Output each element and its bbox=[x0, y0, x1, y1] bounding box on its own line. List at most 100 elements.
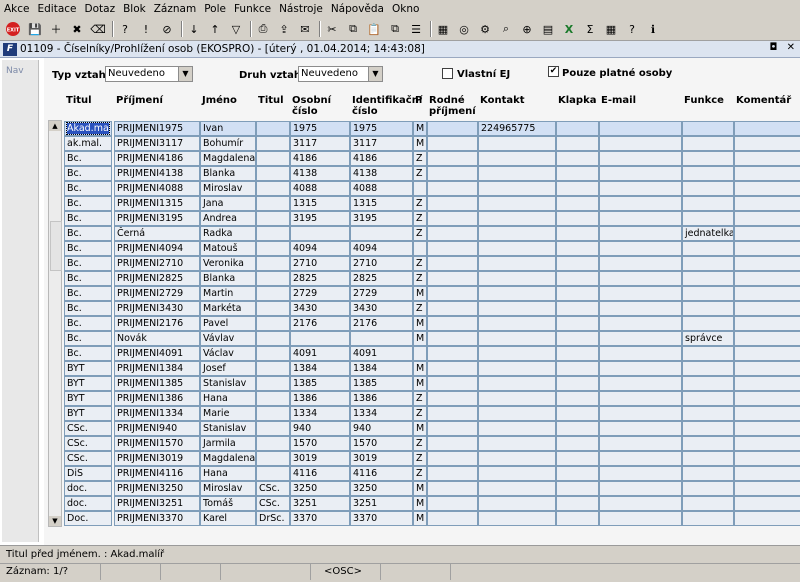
table-cell[interactable] bbox=[599, 331, 682, 346]
table-cell[interactable] bbox=[290, 331, 350, 346]
table-cell[interactable]: PRIJMENI4138 bbox=[114, 166, 200, 181]
table-cell[interactable]: jednatelka bbox=[682, 226, 734, 241]
table-cell[interactable] bbox=[427, 406, 478, 421]
table-cell[interactable] bbox=[599, 436, 682, 451]
table-cell[interactable]: 4088 bbox=[290, 181, 350, 196]
table-cell[interactable]: DrSc. bbox=[256, 511, 290, 526]
table-cell[interactable] bbox=[478, 256, 556, 271]
table-cell[interactable] bbox=[256, 436, 290, 451]
table-cell[interactable] bbox=[599, 451, 682, 466]
table-cell[interactable] bbox=[599, 376, 682, 391]
table-cell[interactable] bbox=[599, 166, 682, 181]
table-cell[interactable] bbox=[290, 226, 350, 241]
table-cell[interactable]: Blanka bbox=[200, 166, 256, 181]
table-cell[interactable] bbox=[427, 136, 478, 151]
table-cell[interactable] bbox=[682, 361, 734, 376]
vlastni-ej-checkbox[interactable] bbox=[442, 68, 453, 79]
table-cell[interactable]: PRIJMENI3019 bbox=[114, 451, 200, 466]
table-cell[interactable]: Z bbox=[413, 436, 427, 451]
table-cell[interactable] bbox=[427, 391, 478, 406]
table-cell[interactable] bbox=[556, 301, 599, 316]
nav-label[interactable]: Nav bbox=[2, 60, 38, 76]
table-cell[interactable] bbox=[599, 346, 682, 361]
table-cell[interactable]: 1384 bbox=[350, 361, 413, 376]
table-cell[interactable]: 3370 bbox=[350, 511, 413, 526]
table-cell[interactable] bbox=[599, 391, 682, 406]
table-cell[interactable]: M bbox=[413, 331, 427, 346]
exit-icon[interactable]: EXIT bbox=[4, 20, 22, 38]
table-cell[interactable] bbox=[427, 301, 478, 316]
table-cell[interactable]: Jana bbox=[200, 196, 256, 211]
table-cell[interactable]: Z bbox=[413, 226, 427, 241]
table-cell[interactable] bbox=[734, 301, 800, 316]
table-cell[interactable]: 940 bbox=[290, 421, 350, 436]
table-cell[interactable] bbox=[478, 346, 556, 361]
table-cell[interactable] bbox=[734, 241, 800, 256]
table-cell[interactable]: PRIJMENI2825 bbox=[114, 271, 200, 286]
table-cell[interactable] bbox=[478, 136, 556, 151]
table-cell[interactable]: Bc. bbox=[64, 226, 112, 241]
table-cell[interactable] bbox=[556, 331, 599, 346]
table-cell[interactable] bbox=[599, 151, 682, 166]
table-cell[interactable] bbox=[256, 241, 290, 256]
table-cell[interactable]: Z bbox=[413, 151, 427, 166]
scroll-thumb[interactable] bbox=[50, 221, 62, 271]
typ-vztahu-select[interactable]: Neuvedeno ▼ bbox=[105, 66, 193, 82]
new-record-icon[interactable]: ＋ bbox=[47, 20, 65, 38]
table-cell[interactable]: PRIJMENI3195 bbox=[114, 211, 200, 226]
info-icon[interactable]: ℹ bbox=[644, 20, 662, 38]
table-cell[interactable]: 4088 bbox=[350, 181, 413, 196]
table-cell[interactable] bbox=[478, 496, 556, 511]
menu-item-1[interactable]: Editace bbox=[34, 0, 81, 18]
table-cell[interactable]: doc. bbox=[64, 496, 112, 511]
table-cell[interactable]: Martin bbox=[200, 286, 256, 301]
table-cell[interactable]: Novák bbox=[114, 331, 200, 346]
table-cell[interactable]: M bbox=[413, 121, 427, 136]
sort-desc-icon[interactable]: ↑ bbox=[206, 20, 224, 38]
close-icon[interactable]: ✕ bbox=[787, 42, 798, 53]
table-cell[interactable]: PRIJMENI4186 bbox=[114, 151, 200, 166]
table-cell[interactable] bbox=[682, 466, 734, 481]
table-cell[interactable] bbox=[556, 256, 599, 271]
table-cell[interactable]: Tomáš bbox=[200, 496, 256, 511]
table-cell[interactable] bbox=[599, 481, 682, 496]
table-cell[interactable] bbox=[682, 211, 734, 226]
table-cell[interactable]: 1385 bbox=[290, 376, 350, 391]
table-cell[interactable]: Markéta bbox=[200, 301, 256, 316]
table-cell[interactable]: PRIJMENI2176 bbox=[114, 316, 200, 331]
table-cell[interactable] bbox=[682, 436, 734, 451]
table-cell[interactable]: 2825 bbox=[350, 271, 413, 286]
table-cell[interactable] bbox=[256, 391, 290, 406]
table-cell[interactable] bbox=[256, 316, 290, 331]
table-cell[interactable] bbox=[478, 391, 556, 406]
table-cell[interactable] bbox=[427, 166, 478, 181]
table-cell[interactable]: 224965775 bbox=[478, 121, 556, 136]
table-cell[interactable] bbox=[256, 421, 290, 436]
menu-item-4[interactable]: Záznam bbox=[150, 0, 200, 18]
table-cell[interactable]: Z bbox=[413, 451, 427, 466]
table-cell[interactable] bbox=[427, 466, 478, 481]
table-cell[interactable] bbox=[734, 346, 800, 361]
table-cell[interactable]: 4116 bbox=[350, 466, 413, 481]
table-cell[interactable] bbox=[599, 496, 682, 511]
table-cell[interactable] bbox=[599, 241, 682, 256]
zoom-icon[interactable]: ⊕ bbox=[518, 20, 536, 38]
table-cell[interactable]: Bc. bbox=[64, 256, 112, 271]
table-cell[interactable]: 4116 bbox=[290, 466, 350, 481]
table-cell[interactable]: 1315 bbox=[290, 196, 350, 211]
table-cell[interactable]: 3250 bbox=[290, 481, 350, 496]
table-cell[interactable]: Andrea bbox=[200, 211, 256, 226]
table-cell[interactable] bbox=[556, 136, 599, 151]
table-cell[interactable]: ak.mal. bbox=[64, 136, 112, 151]
table-cell[interactable] bbox=[682, 481, 734, 496]
table-cell[interactable]: BYT bbox=[64, 376, 112, 391]
help-icon[interactable]: ? bbox=[623, 20, 641, 38]
table-cell[interactable] bbox=[682, 496, 734, 511]
table-cell[interactable]: 1570 bbox=[350, 436, 413, 451]
menu-item-2[interactable]: Dotaz bbox=[81, 0, 120, 18]
table-cell[interactable] bbox=[734, 256, 800, 271]
table-cell[interactable]: M bbox=[413, 136, 427, 151]
table-cell[interactable] bbox=[599, 421, 682, 436]
table-cell[interactable] bbox=[478, 151, 556, 166]
table-cell[interactable] bbox=[556, 226, 599, 241]
